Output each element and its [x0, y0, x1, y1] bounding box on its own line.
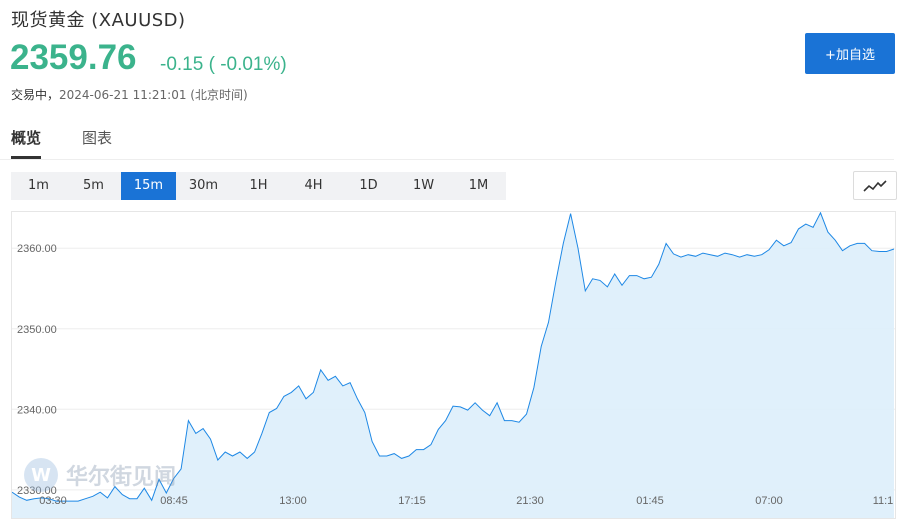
add-watchlist-button[interactable]: +加自选	[805, 33, 895, 74]
timestamp: 2024-06-21 11:21:01 (北京时间)	[59, 88, 248, 102]
x-tick-label: 21:30	[516, 495, 544, 507]
period-selector: 1m 5m 15m 30m 1H 4H 1D 1W 1M	[11, 172, 506, 200]
tab-bar: 概览 图表	[0, 127, 894, 160]
instrument-title: 现货黄金 (XAUUSD)	[11, 10, 186, 31]
x-tick-label: 03:30	[39, 495, 67, 507]
watermark-text: 华尔街见闻	[66, 465, 177, 490]
x-tick-label: 01:45	[636, 495, 664, 507]
watermark: W 华尔街见闻	[24, 458, 176, 492]
period-1d[interactable]: 1D	[341, 172, 396, 200]
x-tick-label: 08:45	[160, 495, 188, 507]
status-label: 交易中，	[11, 88, 60, 102]
tab-chart[interactable]: 图表	[82, 127, 112, 156]
x-tick-label: 17:15	[398, 495, 426, 507]
period-1mo[interactable]: 1M	[451, 172, 506, 200]
period-30m[interactable]: 30m	[176, 172, 231, 200]
tab-overview[interactable]: 概览	[11, 127, 42, 159]
period-4h[interactable]: 4H	[286, 172, 341, 200]
last-price: 2359.76	[10, 38, 137, 77]
x-tick-label: 11:1	[873, 495, 894, 507]
period-1m[interactable]: 1m	[11, 172, 66, 200]
y-tick-label: 2340.00	[17, 404, 57, 416]
price-change: -0.15 ( -0.01%)	[160, 54, 287, 75]
trading-status: 交易中，2024-06-21 11:21:01 (北京时间)	[11, 86, 248, 103]
period-1w[interactable]: 1W	[396, 172, 451, 200]
line-chart-icon	[863, 179, 887, 192]
watermark-logo-icon: W	[24, 458, 58, 492]
y-tick-label: 2350.00	[17, 324, 57, 336]
y-tick-label: 2360.00	[17, 243, 57, 255]
period-5m[interactable]: 5m	[66, 172, 121, 200]
x-tick-label: 13:00	[279, 495, 307, 507]
chart-type-button[interactable]	[853, 171, 897, 200]
x-tick-label: 07:00	[755, 495, 783, 507]
period-15m[interactable]: 15m	[121, 172, 176, 200]
period-1h[interactable]: 1H	[231, 172, 286, 200]
